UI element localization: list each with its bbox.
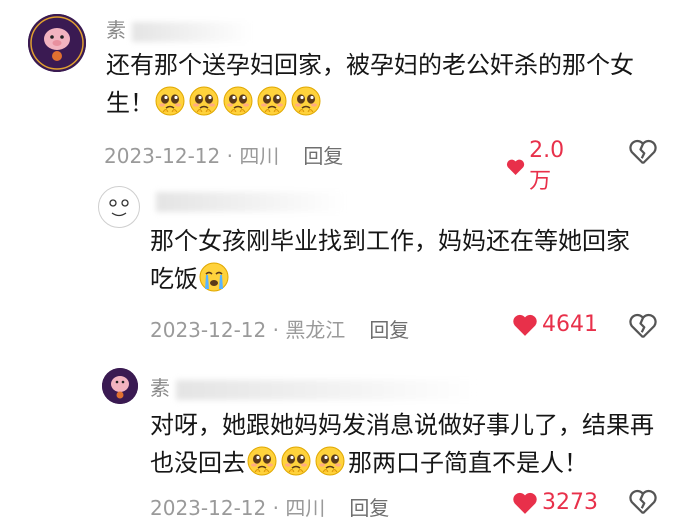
pleading-emoji — [291, 86, 321, 116]
comment-date: 2023-12-12 — [150, 496, 267, 520]
pleading-emoji — [315, 446, 345, 476]
username[interactable] — [150, 188, 346, 212]
emoji-row — [198, 262, 232, 293]
username[interactable]: 素 — [150, 372, 476, 401]
broken-heart-icon[interactable] — [628, 312, 658, 340]
pleading-emoji — [189, 86, 219, 116]
comment-location: 四川 — [239, 144, 280, 168]
comment-text: 对呀，她跟她妈妈发消息说做好事儿了，结果再也没回去 那两口子简直不是人！ — [150, 406, 670, 482]
comment-meta: 2023-12-12 · 四川 回复 — [104, 144, 344, 168]
username-mask — [132, 21, 252, 42]
comment-location: 黑龙江 — [285, 318, 346, 342]
emoji-row — [154, 86, 324, 117]
pleading-emoji — [223, 86, 253, 116]
comment-text-tail: 那两口子简直不是人！ — [348, 449, 588, 477]
username[interactable]: 素 — [106, 14, 252, 43]
username-text: 素 — [106, 18, 126, 42]
broken-heart-icon[interactable] — [628, 488, 658, 516]
comment-meta: 2023-12-12 · 黑龙江 回复 — [150, 318, 410, 342]
avatar[interactable] — [28, 14, 86, 72]
reply-button[interactable]: 回复 — [349, 496, 389, 520]
reply-button[interactable]: 回复 — [369, 318, 409, 342]
comment-text: 还有那个送孕妇回家，被孕妇的老公奸杀的那个女生！ — [106, 46, 666, 122]
username-mask — [176, 379, 476, 400]
like-count: 2.0万 — [529, 138, 565, 194]
comment-date: 2023-12-12 — [104, 144, 221, 168]
like-count: 4641 — [542, 312, 598, 337]
avatar[interactable] — [102, 368, 138, 404]
avatar[interactable] — [98, 186, 140, 228]
like-count: 3273 — [542, 490, 598, 515]
heart-icon — [513, 492, 537, 514]
reply-button[interactable]: 回复 — [303, 144, 343, 168]
crying-emoji — [199, 262, 229, 292]
comment-location: 四川 — [285, 496, 326, 520]
username-mask — [156, 191, 346, 212]
heart-icon — [513, 314, 537, 336]
like-button[interactable]: 4641 — [512, 312, 598, 337]
comment-date: 2023-12-12 — [150, 318, 267, 342]
pleading-emoji — [155, 86, 185, 116]
pleading-emoji — [247, 446, 277, 476]
like-button[interactable]: 3273 — [512, 490, 598, 515]
username-text: 素 — [150, 376, 170, 400]
pleading-emoji — [257, 86, 287, 116]
emoji-row — [246, 446, 348, 477]
heart-icon — [506, 159, 525, 175]
comment-meta: 2023-12-12 · 四川 回复 — [150, 496, 390, 520]
comment-text: 那个女孩刚毕业找到工作，妈妈还在等她回家吃饭 — [150, 222, 650, 298]
like-button[interactable]: 2.0万 — [506, 138, 571, 195]
pleading-emoji — [281, 446, 311, 476]
broken-heart-icon[interactable] — [628, 138, 658, 166]
